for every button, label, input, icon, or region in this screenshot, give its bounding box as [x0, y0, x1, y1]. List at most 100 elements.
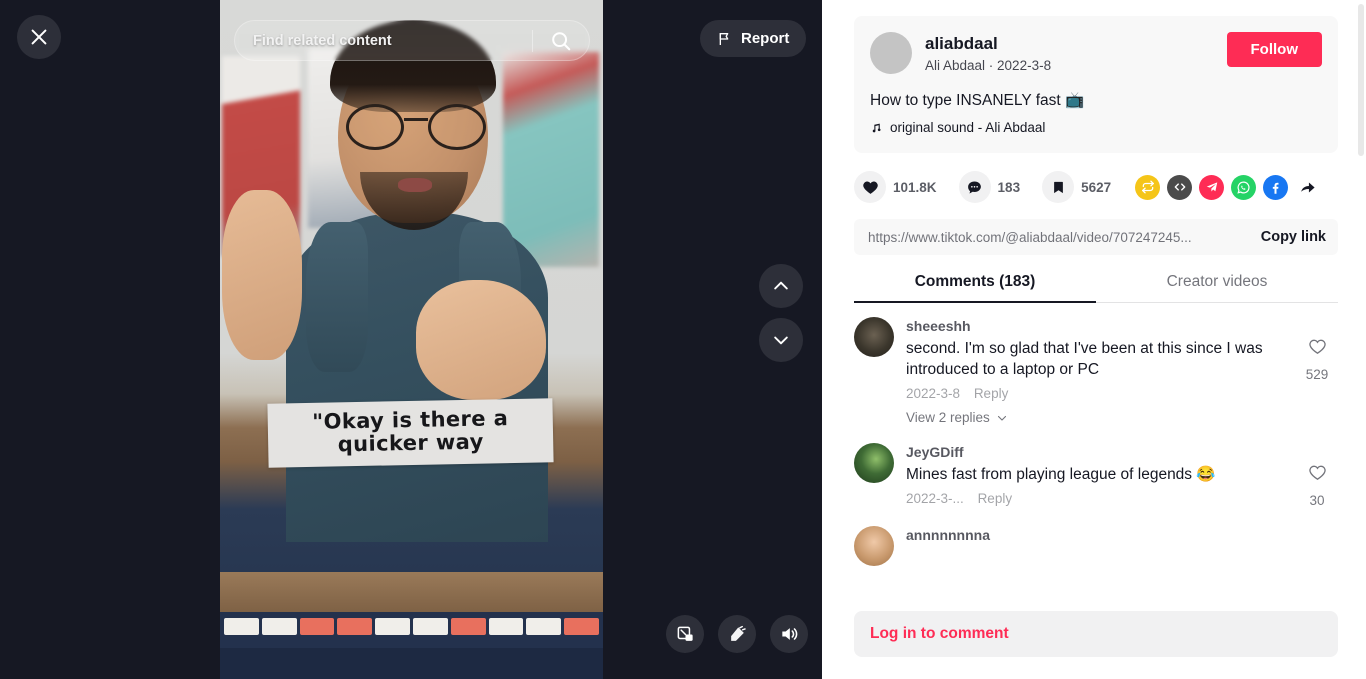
- video-info-card: aliabdaal Ali Abdaal · 2022-3-8 Follow H…: [854, 16, 1338, 153]
- login-prompt[interactable]: Log in to comment: [870, 625, 1009, 643]
- share-arrow-icon: [1301, 182, 1315, 192]
- comment-username[interactable]: annnnnnnna: [906, 526, 1338, 544]
- search-input[interactable]: Find related content: [235, 33, 532, 49]
- like-count: 101.8K: [893, 179, 937, 195]
- comment-item: annnnnnnna: [854, 526, 1338, 566]
- comment-body: sheeeshh second. I'm so glad that I've b…: [906, 317, 1296, 425]
- comment-button[interactable]: [958, 171, 991, 203]
- copy-link-bar: https://www.tiktok.com/@aliabdaal/video/…: [854, 219, 1338, 255]
- author-nickname-date: Ali Abdaal · 2022-3-8: [925, 58, 1052, 73]
- like-button[interactable]: [854, 171, 886, 203]
- video-url[interactable]: https://www.tiktok.com/@aliabdaal/video/…: [868, 230, 1249, 245]
- share-more-button[interactable]: [1295, 175, 1320, 200]
- keyboard-key: [375, 618, 410, 635]
- engagement-stats: 101.8K 183 5627: [854, 171, 1338, 203]
- search-button[interactable]: [533, 20, 589, 61]
- tab-creator-videos[interactable]: Creator videos: [1096, 273, 1338, 302]
- like-stat[interactable]: 101.8K: [854, 171, 937, 203]
- person-mouth: [398, 178, 432, 192]
- keyboard-key: [488, 618, 524, 635]
- whatsapp-share-button[interactable]: [1231, 174, 1257, 200]
- close-icon: [31, 29, 47, 45]
- person-hand-left: [222, 190, 302, 360]
- tab-comments[interactable]: Comments (183): [854, 273, 1096, 302]
- login-to-comment-bar[interactable]: Log in to comment: [854, 611, 1338, 657]
- next-video-button[interactable]: [759, 318, 803, 362]
- keyboard: [220, 612, 603, 652]
- wall-art-right: [503, 52, 599, 267]
- whatsapp-icon: [1237, 181, 1250, 194]
- bookmark-stat[interactable]: 5627: [1042, 171, 1111, 203]
- avatar[interactable]: [870, 32, 912, 74]
- desk-surface: [220, 572, 603, 616]
- embed-button[interactable]: [1167, 174, 1193, 200]
- list-fade: [854, 581, 1338, 611]
- player-controls: [666, 615, 808, 653]
- detail-panel: aliabdaal Ali Abdaal · 2022-3-8 Follow H…: [822, 0, 1366, 679]
- glasses-bridge: [404, 118, 428, 121]
- comment-icon: [968, 180, 981, 194]
- comment-date: 2022-3-...: [906, 491, 964, 506]
- music-row[interactable]: original sound - Ali Abdaal: [870, 120, 1322, 135]
- search-icon: [552, 31, 571, 50]
- comment-like-count: 30: [1309, 493, 1325, 508]
- panel-scrollbar[interactable]: [1358, 4, 1364, 156]
- view-replies-button[interactable]: View 2 replies: [906, 410, 1296, 425]
- keyboard-key: [450, 618, 486, 635]
- clear-display-button[interactable]: [718, 615, 756, 653]
- previous-video-button[interactable]: [759, 264, 803, 308]
- glasses-lens-right: [428, 104, 486, 150]
- comment-stat[interactable]: 183: [958, 171, 1020, 203]
- avatar[interactable]: [854, 526, 894, 566]
- comment-reply-button[interactable]: Reply: [974, 386, 1009, 401]
- close-button[interactable]: [17, 15, 61, 59]
- video-player[interactable]: "Okay is there a quicker way Find relate…: [220, 0, 603, 679]
- comment-like-count: 529: [1305, 367, 1329, 382]
- keyboard-key: [564, 618, 599, 635]
- copy-link-button[interactable]: Copy link: [1261, 229, 1326, 245]
- keyboard-key: [337, 618, 373, 635]
- avatar[interactable]: [854, 317, 894, 357]
- report-button[interactable]: Report: [700, 20, 807, 57]
- author-names: aliabdaal Ali Abdaal · 2022-3-8: [925, 32, 1227, 75]
- repost-icon: [1141, 180, 1154, 194]
- view-replies-label: View 2 replies: [906, 410, 990, 425]
- report-label: Report: [741, 30, 790, 47]
- panel-tabs: Comments (183) Creator videos: [854, 273, 1338, 303]
- comment-like[interactable]: 30: [1296, 443, 1338, 508]
- comment-reply-button[interactable]: Reply: [978, 491, 1013, 506]
- heart-icon: [1308, 465, 1326, 481]
- comment-like[interactable]: 529: [1296, 317, 1338, 425]
- follow-button[interactable]: Follow: [1226, 32, 1322, 67]
- bookmark-button[interactable]: [1042, 171, 1075, 203]
- comment-item: JeyGDiff Mines fast from playing league …: [854, 443, 1338, 508]
- comment-text: Mines fast from playing league of legend…: [906, 466, 1216, 483]
- related-content-search[interactable]: Find related content: [234, 20, 590, 61]
- keyboard-base: [220, 648, 603, 679]
- picture-in-picture-icon: [677, 626, 693, 641]
- comment-item: sheeeshh second. I'm so glad that I've b…: [854, 317, 1338, 425]
- chevron-up-icon: [774, 281, 788, 290]
- video-description: How to type INSANELY fast 📺: [870, 92, 1085, 109]
- video-frame: [220, 0, 603, 679]
- tiktok-video-page: "Okay is there a quicker way Find relate…: [0, 0, 1366, 679]
- picture-in-picture-button[interactable]: [666, 615, 704, 653]
- author-username[interactable]: aliabdaal: [925, 33, 1227, 54]
- volume-button[interactable]: [770, 615, 808, 653]
- comment-username[interactable]: JeyGDiff: [906, 443, 1296, 461]
- comments-list[interactable]: sheeeshh second. I'm so glad that I've b…: [854, 303, 1338, 611]
- telegram-share-button[interactable]: [1199, 174, 1225, 200]
- heart-icon: [1308, 339, 1326, 355]
- facebook-icon: [1272, 182, 1279, 194]
- facebook-share-button[interactable]: [1263, 174, 1289, 200]
- person-hand-right: [416, 280, 546, 400]
- comment-username[interactable]: sheeeshh: [906, 317, 1296, 335]
- chevron-down-icon: [774, 336, 788, 345]
- heart-icon: [862, 181, 878, 194]
- chevron-down-icon: [997, 415, 1006, 421]
- comment-date: 2022-3-8: [906, 386, 961, 401]
- comment-text: second. I'm so glad that I've been at th…: [906, 340, 1263, 378]
- repost-button[interactable]: [1135, 174, 1161, 200]
- avatar[interactable]: [854, 443, 894, 483]
- bookmark-count: 5627: [1081, 179, 1112, 195]
